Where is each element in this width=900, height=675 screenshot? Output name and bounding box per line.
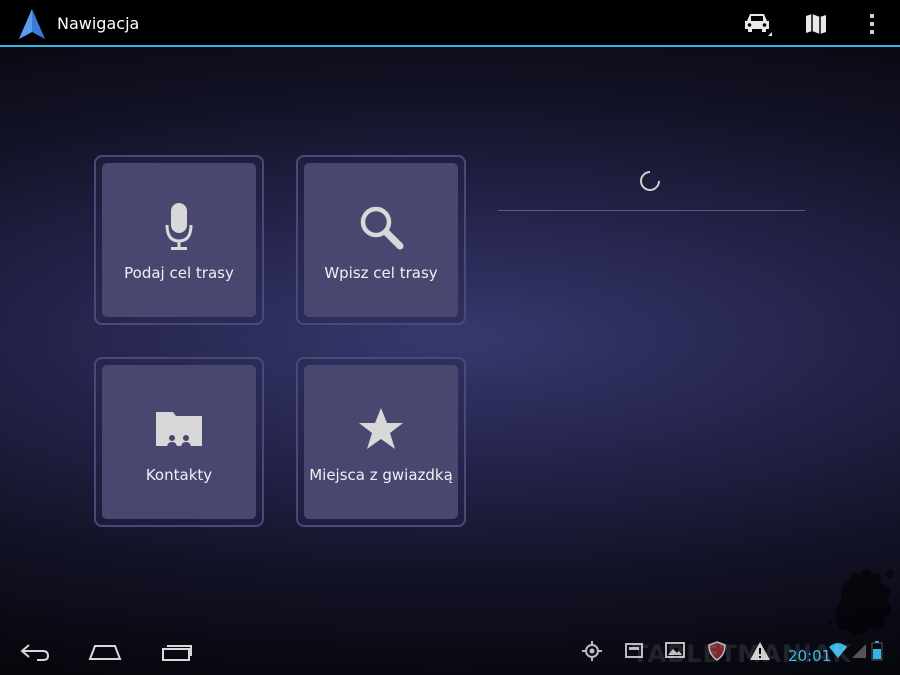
- contacts-button[interactable]: Kontakty: [102, 365, 256, 519]
- loading-spinner: [635, 166, 665, 196]
- tile-frame: Kontakty: [94, 357, 264, 527]
- back-icon[interactable]: [10, 637, 60, 667]
- recent-apps-icon[interactable]: [152, 637, 202, 667]
- car-mode-icon[interactable]: [740, 8, 774, 40]
- battery-icon: [871, 641, 883, 661]
- navigation-arrow-icon[interactable]: [16, 7, 48, 41]
- tile-frame: Podaj cel trasy: [94, 155, 264, 325]
- divider: [498, 210, 805, 211]
- type-destination-button[interactable]: Wpisz cel trasy: [304, 163, 458, 317]
- contacts-icon: [102, 401, 256, 457]
- microphone-icon: [102, 199, 256, 255]
- watermark-text: TABLETMANIAK: [632, 640, 853, 668]
- tile-label: Podaj cel trasy: [124, 264, 234, 282]
- tile-label: Miejsca z gwiazdką: [309, 466, 453, 484]
- action-bar: Nawigacja: [0, 0, 900, 47]
- tile-frame: Miejsca z gwiazdką: [296, 357, 466, 527]
- star-icon: [304, 401, 458, 457]
- speak-destination-button[interactable]: Podaj cel trasy: [102, 163, 256, 317]
- overflow-menu-icon[interactable]: [855, 8, 889, 40]
- tile-frame: Wpisz cel trasy: [296, 155, 466, 325]
- map-icon[interactable]: [799, 8, 833, 40]
- gps-icon: [582, 641, 602, 661]
- search-icon: [304, 199, 458, 255]
- app-title: Nawigacja: [57, 14, 140, 33]
- starred-places-button[interactable]: Miejsca z gwiazdką: [304, 365, 458, 519]
- tile-label: Wpisz cel trasy: [324, 264, 438, 282]
- tile-label: Kontakty: [145, 466, 213, 484]
- home-icon[interactable]: [80, 637, 130, 667]
- signal-icon: [851, 641, 867, 659]
